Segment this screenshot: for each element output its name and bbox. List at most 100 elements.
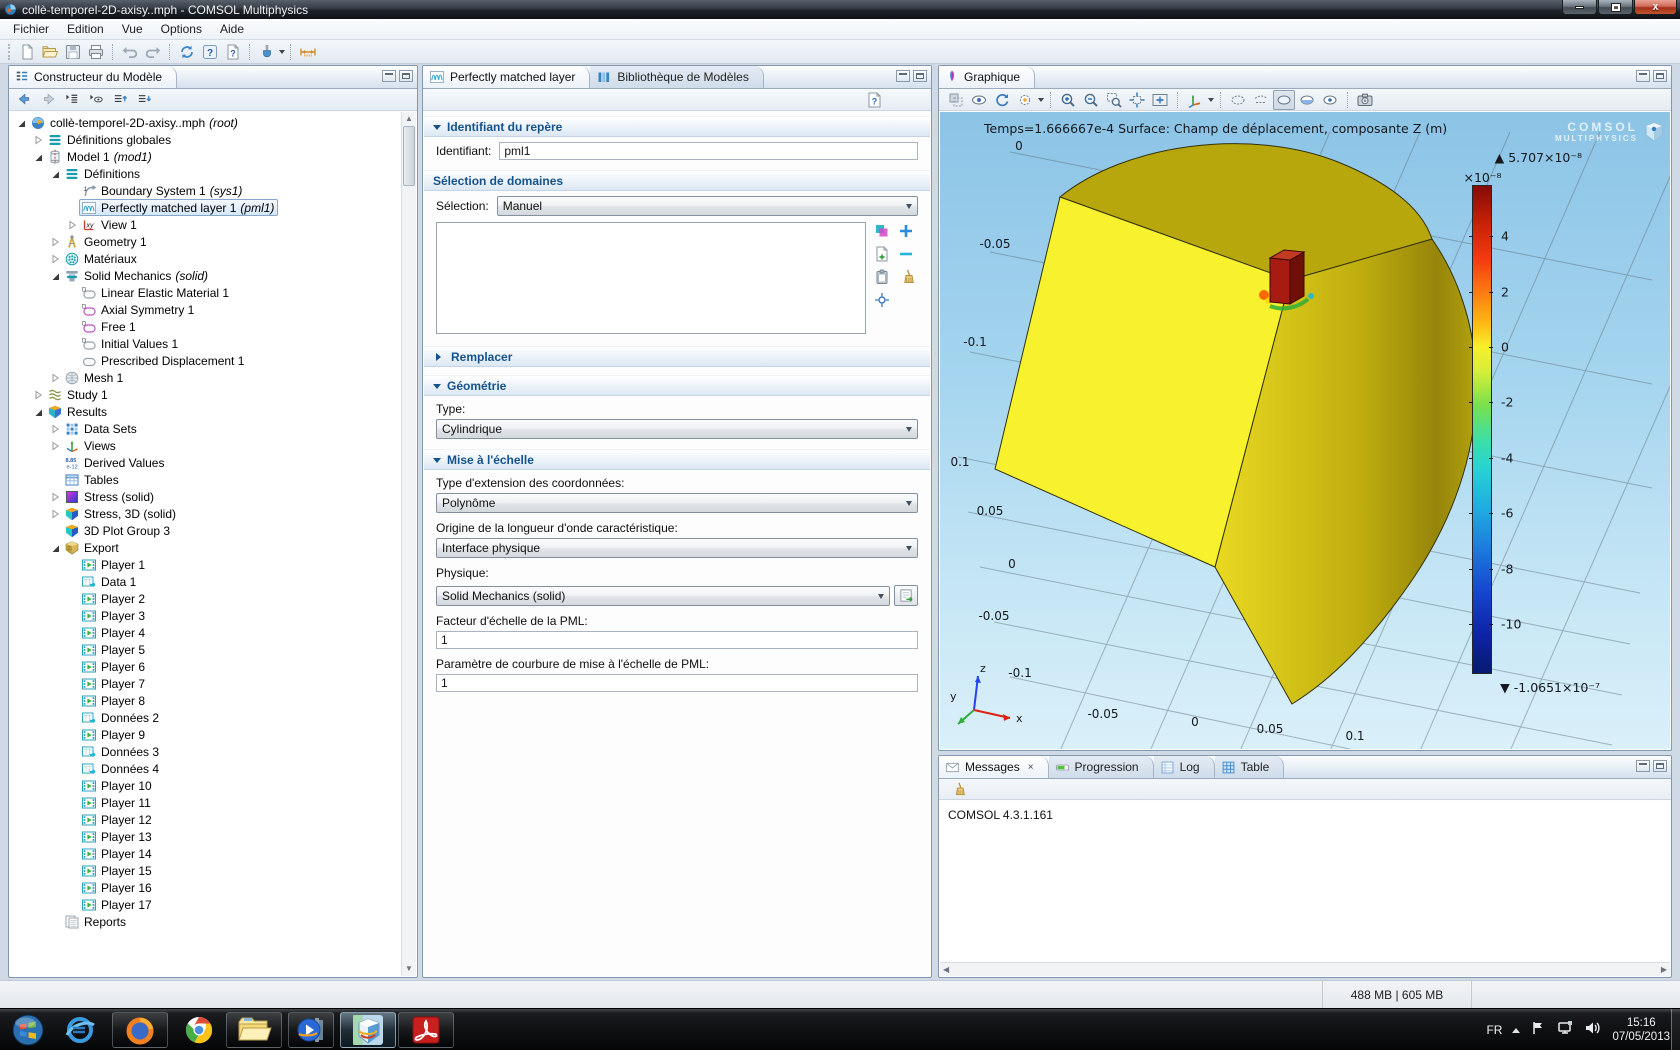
select-half-button[interactable] [1296, 90, 1318, 110]
transparency-button[interactable] [945, 90, 967, 110]
clock[interactable]: 15:16 07/05/2013 [1612, 1016, 1670, 1044]
tree-item-player-9[interactable]: Player 9 [10, 726, 402, 743]
tree-item-player-10[interactable]: Player 10 [10, 777, 402, 794]
collapse-icon[interactable] [50, 168, 61, 179]
title-bar[interactable]: collè-temporel-2D-axisy..mph - COMSOL Mu… [0, 0, 1680, 19]
tree-item-player-16[interactable]: Player 16 [10, 879, 402, 896]
taskbar-chrome-icon[interactable] [178, 1012, 220, 1048]
tree-item-geometry-1[interactable]: Geometry 1 [10, 233, 402, 250]
clear-plot-button[interactable] [255, 41, 278, 62]
forward-button[interactable] [38, 90, 59, 109]
tree-item-d-finitions[interactable]: Définitions [10, 165, 402, 182]
tree-item-player-17[interactable]: Player 17 [10, 896, 402, 913]
tree-item-axial-symmetry-1[interactable]: DAxial Symmetry 1 [10, 301, 402, 318]
expand-icon[interactable] [67, 219, 78, 230]
documentation-button[interactable]: ? [221, 41, 244, 62]
tree-item-player-13[interactable]: Player 13 [10, 828, 402, 845]
collapse-icon[interactable] [33, 151, 44, 162]
tree-item-player-1[interactable]: Player 1 [10, 556, 402, 573]
scroll-thumb[interactable] [403, 126, 415, 186]
tree-item-model-1[interactable]: Model 1(mod1) [10, 148, 402, 165]
close-tab-icon[interactable]: × [1028, 762, 1034, 773]
taskbar-windows-explorer-icon[interactable] [226, 1012, 282, 1048]
tray-expand-icon[interactable] [1512, 1024, 1520, 1033]
tree-item-boundary-system-1[interactable]: 1Boundary System 1(sys1) [10, 182, 402, 199]
help-icon[interactable]: ? [865, 91, 883, 109]
move-up-button[interactable] [110, 90, 131, 109]
menu-options[interactable]: Options [152, 19, 211, 39]
expand-icon[interactable] [33, 134, 44, 145]
tree-item-d-finitions-globales[interactable]: Définitions globales [10, 131, 402, 148]
snapshot-button[interactable] [1354, 90, 1376, 110]
taskbar-start-button[interactable] [6, 1012, 50, 1048]
model-tree-scrollbar[interactable]: ▲ ▼ [401, 112, 416, 976]
print-button[interactable] [84, 41, 107, 62]
panel-maximize-icon[interactable] [1653, 70, 1667, 82]
select-dashed-button[interactable] [1227, 90, 1249, 110]
panel-maximize-icon[interactable] [399, 70, 413, 82]
tree-item-mesh-1[interactable]: Mesh 1 [10, 369, 402, 386]
tab-model-builder[interactable]: Constructeur du Modèle [9, 66, 177, 88]
menu-aide[interactable]: Aide [211, 19, 253, 39]
fit-view-button[interactable] [1149, 90, 1171, 110]
extension-combo[interactable]: Polynôme [436, 493, 918, 513]
active-selection-button[interactable] [873, 222, 891, 240]
tab-progression[interactable]: Progression [1049, 756, 1154, 778]
taskbar-comsol-icon[interactable] [340, 1012, 396, 1048]
physique-combo[interactable]: Solid Mechanics (solid) [436, 586, 890, 606]
tree-item-player-8[interactable]: Player 8 [10, 692, 402, 709]
refresh-view-button[interactable] [991, 90, 1013, 110]
tab-perfectly-matched-layer[interactable]: Perfectly matched layer [423, 66, 590, 88]
network-icon[interactable] [1556, 1020, 1574, 1041]
undo-button[interactable] [118, 41, 141, 62]
facteur-input[interactable] [436, 631, 918, 649]
hide-objects-button[interactable] [968, 90, 990, 110]
tree-item-donn-es-4[interactable]: Données 4 [10, 760, 402, 777]
measure-button[interactable] [296, 41, 319, 62]
taskbar-adobe-reader-icon[interactable] [398, 1012, 454, 1048]
add-to-selection-button[interactable] [897, 222, 915, 240]
move-down-button[interactable] [134, 90, 155, 109]
tab-graphique[interactable]: Graphique [939, 66, 1035, 88]
tree-item-player-11[interactable]: Player 11 [10, 794, 402, 811]
show-options-button[interactable] [86, 90, 107, 109]
select-lasso-button[interactable] [1250, 90, 1272, 110]
menu-vue[interactable]: Vue [113, 19, 152, 39]
tree-item-views[interactable]: Views [10, 437, 402, 454]
zoom-extents-button[interactable] [1126, 90, 1148, 110]
tree-item-player-14[interactable]: Player 14 [10, 845, 402, 862]
tree-item-donn-es-3[interactable]: Données 3 [10, 743, 402, 760]
clear-log-button[interactable] [946, 779, 968, 799]
tree-item-player-3[interactable]: Player 3 [10, 607, 402, 624]
tab-messages[interactable]: Messages× [939, 756, 1049, 778]
section-mise-a-l-echelle[interactable]: Mise à l'échelle [424, 449, 930, 470]
taskbar-internet-explorer-icon[interactable] [58, 1012, 102, 1048]
tree-item-linear-elastic-material-1[interactable]: DLinear Elastic Material 1 [10, 284, 402, 301]
tree-item-stress-solid-[interactable]: Stress (solid) [10, 488, 402, 505]
panel-minimize-icon[interactable] [382, 70, 396, 82]
panel-maximize-icon[interactable] [913, 70, 927, 82]
tab-table[interactable]: Table [1215, 756, 1285, 778]
tree-item-player-6[interactable]: Player 6 [10, 658, 402, 675]
dropdown-icon[interactable] [1038, 98, 1044, 105]
taskbar-firefox-icon[interactable] [112, 1012, 168, 1048]
dropdown-icon[interactable] [1208, 98, 1214, 105]
tree-item-stress-3d-solid-[interactable]: Stress, 3D (solid) [10, 505, 402, 522]
scroll-right-icon[interactable]: ▶ [1661, 965, 1667, 974]
tree-item-player-4[interactable]: Player 4 [10, 624, 402, 641]
tree-item-data-sets[interactable]: Data Sets [10, 420, 402, 437]
tree-item-prescribed-displacement-1[interactable]: Prescribed Displacement 1 [10, 352, 402, 369]
expand-icon[interactable] [50, 508, 61, 519]
collapse-all-button[interactable] [62, 90, 83, 109]
tree-item-free-1[interactable]: DFree 1 [10, 318, 402, 335]
clear-plot-dropdown-icon[interactable] [279, 50, 285, 57]
tree-item-player-12[interactable]: Player 12 [10, 811, 402, 828]
back-button[interactable] [14, 90, 35, 109]
tree-item-study-1[interactable]: Study 1 [10, 386, 402, 403]
tree-item-derived-values[interactable]: 8.85e-12Derived Values [10, 454, 402, 471]
tree-item-view-1[interactable]: xyView 1 [10, 216, 402, 233]
save-button[interactable] [61, 41, 84, 62]
collapse-icon[interactable] [50, 270, 61, 281]
update-solution-button[interactable] [175, 41, 198, 62]
close-button[interactable]: x [1634, 0, 1677, 15]
